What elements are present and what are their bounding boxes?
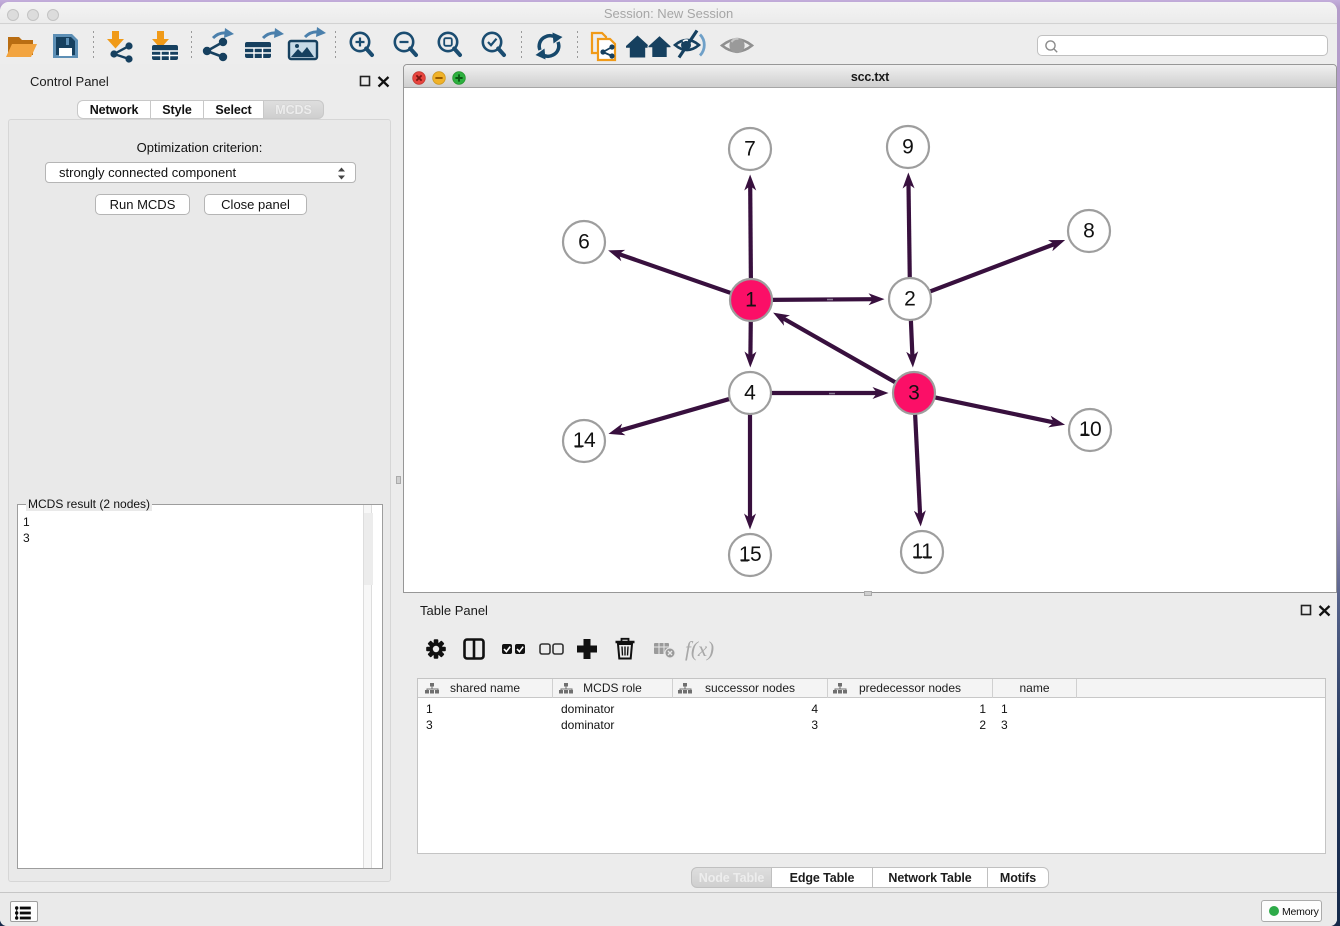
- svg-text:9: 9: [902, 135, 914, 158]
- svg-text:1: 1: [745, 288, 757, 311]
- svg-text:15: 15: [739, 543, 761, 566]
- svg-text:10: 10: [1079, 418, 1101, 441]
- svg-text:14: 14: [573, 429, 596, 452]
- svg-text:3: 3: [908, 381, 920, 404]
- svg-text:11: 11: [912, 540, 933, 563]
- svg-text:4: 4: [744, 381, 756, 404]
- svg-text:2: 2: [904, 287, 916, 310]
- svg-text:8: 8: [1083, 219, 1095, 242]
- svg-text:f(x): f(x): [685, 637, 714, 661]
- svg-text:6: 6: [578, 230, 590, 253]
- svg-text:7: 7: [744, 137, 756, 160]
